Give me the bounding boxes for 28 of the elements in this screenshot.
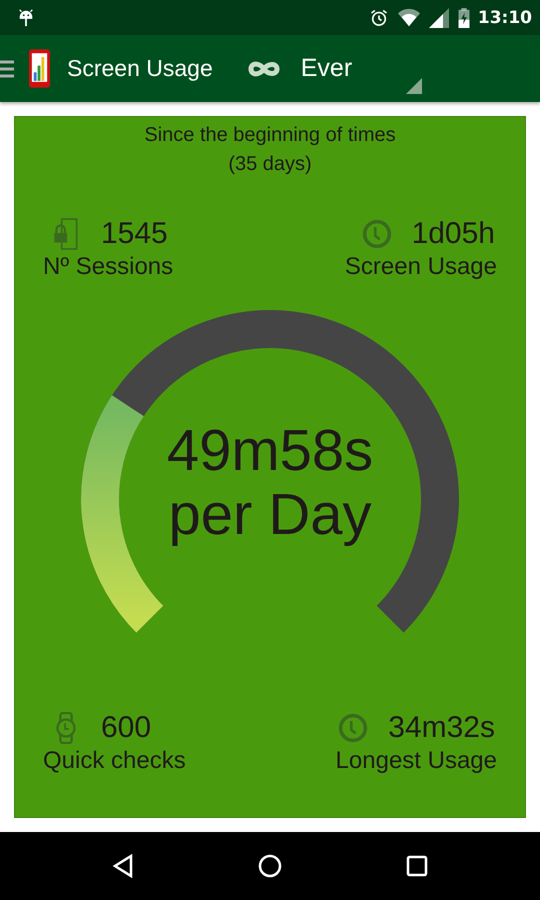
stat-label: Quick checks [43, 747, 186, 775]
stat-value: 34m32s [388, 711, 495, 745]
stat-value: 1545 [101, 217, 168, 251]
clock-icon [362, 218, 392, 250]
stat-value: 1d05h [412, 217, 495, 251]
status-time: 13:10 [478, 8, 532, 28]
battery-icon [458, 8, 470, 28]
period-heading: Since the beginning of times [144, 123, 396, 148]
daily-usage-value: 49m58s [166, 419, 374, 483]
home-icon[interactable] [258, 854, 282, 878]
android-icon [17, 8, 35, 28]
dropdown-corner-icon [406, 78, 422, 94]
menu-icon[interactable] [0, 58, 14, 78]
stat-label: Nº Sessions [43, 253, 174, 281]
wifi-icon [398, 8, 420, 28]
stat-label: Screen Usage [344, 253, 497, 281]
clock-icon [338, 712, 368, 744]
recents-icon[interactable] [404, 854, 429, 878]
signal-icon [428, 8, 450, 28]
stat-value: 600 [101, 711, 152, 745]
app-logo-icon [29, 49, 50, 88]
infinity-icon [246, 60, 281, 76]
period-days: (35 days) [228, 150, 312, 179]
daily-usage-unit: per Day [168, 483, 372, 547]
app-title: Screen Usage [67, 55, 213, 82]
back-icon[interactable] [111, 854, 136, 878]
stat-label: Longest Usage [336, 747, 497, 775]
period-dropdown[interactable]: Ever [246, 35, 422, 102]
